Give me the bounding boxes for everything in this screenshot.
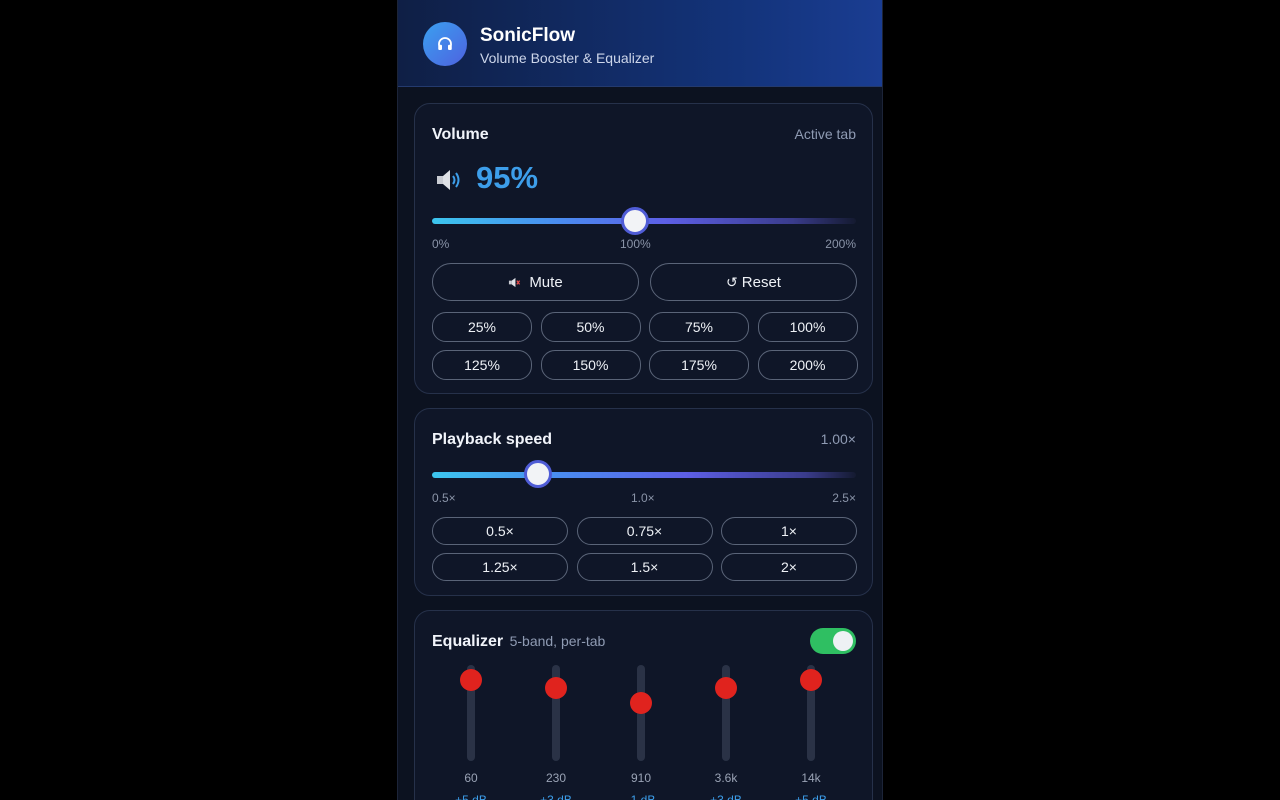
eq-band-gain: +3 dB xyxy=(540,793,572,800)
equalizer-card: Equalizer 5-band, per-tab 60 +5 dB 230 +3 d… xyxy=(414,610,873,800)
equalizer-subtitle: 5-band, per-tab xyxy=(509,633,606,649)
equalizer-toggle[interactable] xyxy=(810,628,856,654)
volume-title: Volume xyxy=(432,126,489,143)
speed-preset-button[interactable]: 1.5× xyxy=(576,553,713,581)
eq-band-frequency: 910 xyxy=(630,771,652,785)
mute-label: Mute xyxy=(529,273,563,291)
mute-button[interactable]: Mute xyxy=(432,263,639,301)
eq-band-slider-knob[interactable] xyxy=(715,676,737,699)
volume-preset-button[interactable]: 25% xyxy=(432,312,532,342)
volume-preset-button[interactable]: 200% xyxy=(757,350,858,380)
playback-speed-card: Playback speed 1.00× 0.5× 1.0× 2.5× 0.5×… xyxy=(414,408,873,596)
speed-preset-button[interactable]: 2× xyxy=(721,553,857,581)
eq-band-frequency: 3.6k xyxy=(714,771,738,785)
speed-title: Playback speed xyxy=(432,431,553,448)
app-subtitle: Volume Booster & Equalizer xyxy=(480,50,655,66)
eq-band-slider-knob[interactable] xyxy=(630,691,652,714)
headphones-icon xyxy=(423,22,467,66)
reset-label: Reset xyxy=(741,273,781,291)
speed-slider-track[interactable] xyxy=(432,472,856,478)
eq-band: 910 -1 dB xyxy=(611,663,671,800)
eq-band: 14k +5 dB xyxy=(781,663,841,800)
eq-band-frequency: 230 xyxy=(545,771,567,785)
eq-band-gain: -1 dB xyxy=(626,793,656,800)
extension-popup: SonicFlow Volume Booster & Equalizer Vol… xyxy=(397,0,883,800)
volume-card: Volume Active tab 95% 0% 100% 200% Mute … xyxy=(414,103,873,394)
eq-band: 3.6k +3 dB xyxy=(696,663,756,800)
eq-band-slider-knob[interactable] xyxy=(545,676,567,699)
volume-mid-label: 100% xyxy=(620,237,651,251)
eq-band-slider-knob[interactable] xyxy=(800,669,822,691)
header: SonicFlow Volume Booster & Equalizer xyxy=(398,0,882,87)
speed-max-label: 2.5× xyxy=(832,491,856,505)
volume-preset-button[interactable]: 125% xyxy=(432,350,532,380)
app-title: SonicFlow xyxy=(480,25,575,46)
volume-min-label: 0% xyxy=(432,237,450,251)
speed-slider-thumb[interactable] xyxy=(524,460,552,488)
speed-preset-button[interactable]: 0.5× xyxy=(432,517,568,545)
volume-preset-button[interactable]: 100% xyxy=(757,312,858,342)
speed-preset-button[interactable]: 0.75× xyxy=(576,517,713,545)
speed-value-readout: 1.00× xyxy=(820,431,856,447)
eq-band-gain: +5 dB xyxy=(795,793,827,800)
speed-mid-label: 1.0× xyxy=(631,491,655,505)
volume-scope-label: Active tab xyxy=(794,126,856,142)
volume-preset-button[interactable]: 150% xyxy=(540,350,641,380)
eq-band-frequency: 60 xyxy=(464,771,478,785)
speed-preset-button[interactable]: 1× xyxy=(721,517,857,545)
equalizer-title: Equalizer xyxy=(432,633,504,650)
eq-band-gain: +5 dB xyxy=(455,793,487,800)
volume-preset-button[interactable]: 75% xyxy=(649,312,749,342)
reset-button[interactable]: ↺ Reset xyxy=(650,263,857,301)
speed-preset-button[interactable]: 1.25× xyxy=(432,553,568,581)
eq-band-slider-knob[interactable] xyxy=(460,669,482,691)
reset-icon: ↺ xyxy=(726,273,738,290)
eq-band: 60 +5 dB xyxy=(441,663,501,800)
speaker-icon xyxy=(436,168,464,192)
equalizer-title-row: Equalizer 5-band, per-tab xyxy=(432,633,605,651)
volume-preset-button[interactable]: 175% xyxy=(649,350,749,380)
volume-value: 95% xyxy=(476,160,539,195)
mute-icon xyxy=(508,276,521,289)
speed-min-label: 0.5× xyxy=(432,491,456,505)
volume-slider-thumb[interactable] xyxy=(621,207,650,235)
eq-band: 230 +3 dB xyxy=(526,663,586,800)
equalizer-toggle-knob xyxy=(833,631,853,651)
volume-preset-button[interactable]: 50% xyxy=(540,312,641,342)
volume-max-label: 200% xyxy=(825,237,856,251)
eq-band-gain: +3 dB xyxy=(710,793,742,800)
eq-band-frequency: 14k xyxy=(801,771,821,785)
